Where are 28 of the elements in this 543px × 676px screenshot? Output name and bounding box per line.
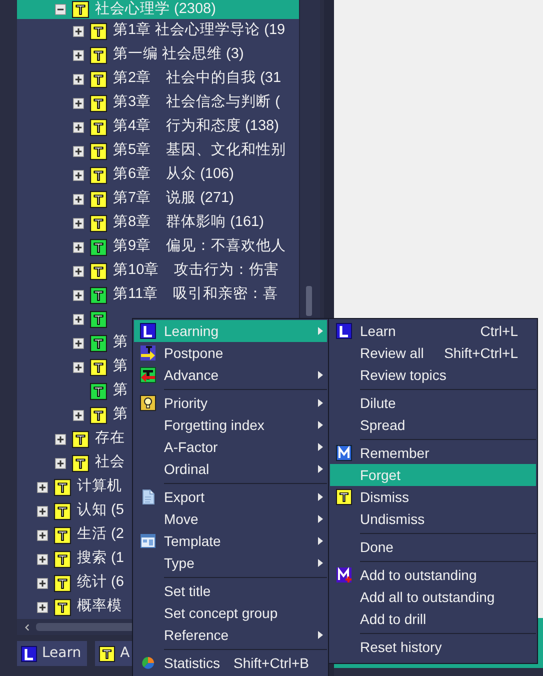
- tree-label: 第5章 基因、文化和性别: [113, 140, 286, 160]
- tree-label: 搜索 (1: [77, 549, 124, 568]
- tree-label: 统计 (6: [77, 573, 124, 592]
- tree-label: 第一编 社会思维 (3): [113, 44, 244, 64]
- tree-label: 计算机: [77, 477, 122, 496]
- tree-label: 第8章 群体影响 (161): [113, 212, 264, 232]
- tree-label: 第3章 社会信念与判断 (: [113, 92, 280, 112]
- tree-label: 生活 (2: [77, 525, 124, 544]
- tree-label: 第: [113, 381, 128, 400]
- tree-label: 概率模: [77, 596, 122, 616]
- shortcut-text: Ctrl+L: [480, 322, 519, 340]
- tree-label: 第1章 社会心理学导论 (19: [113, 20, 286, 40]
- tree-label: 第11章 吸引和亲密：喜: [113, 284, 278, 304]
- tree-label: 第9章 偏见：不喜欢他人: [113, 236, 286, 256]
- tree-label: 第: [113, 333, 128, 352]
- tree-label: 第: [113, 405, 128, 424]
- tree-label: 社会心理学 (2308): [95, 0, 216, 19]
- tree-label: 第6章 从众 (106): [113, 164, 234, 184]
- tree-label: 存在: [95, 429, 125, 448]
- tree-label: 第10章 攻击行为：伤害: [113, 260, 280, 280]
- shortcut-text: Shift+Ctrl+B: [234, 654, 310, 672]
- tree-label: 社会: [95, 453, 125, 472]
- tree-label: 第4章 行为和态度 (138): [113, 116, 279, 136]
- tree-label: 第: [113, 357, 128, 376]
- tree-label: 认知 (5: [77, 501, 124, 520]
- shortcut-text: Shift+Ctrl+L: [444, 344, 519, 362]
- tree-label: 第2章 社会中的自我 (31: [113, 68, 282, 88]
- tree-label: 第7章 说服 (271): [113, 188, 234, 208]
